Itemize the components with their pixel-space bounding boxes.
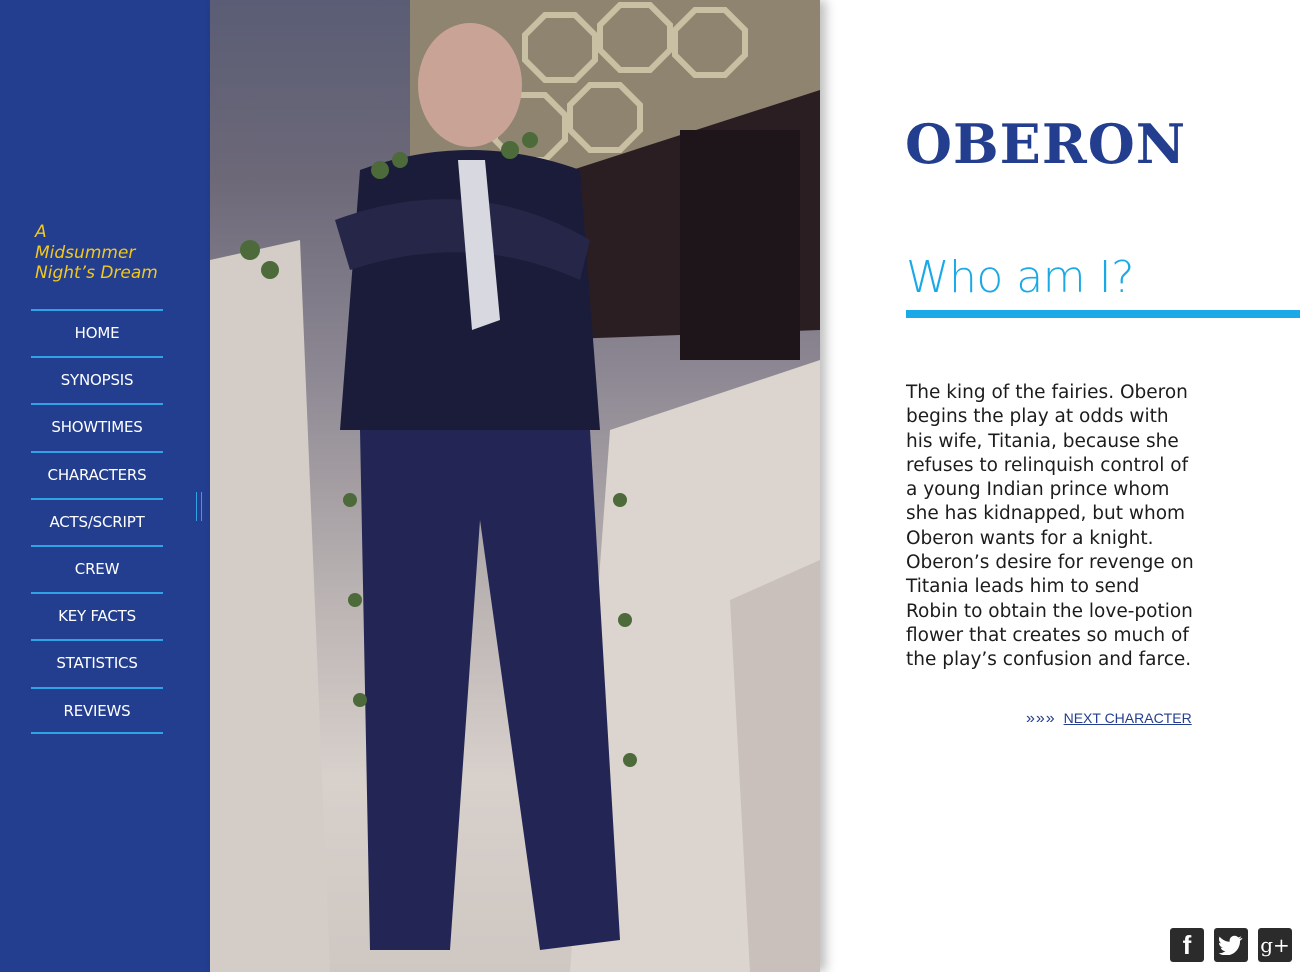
facebook-button[interactable]: f	[1170, 928, 1204, 962]
nav-item-reviews[interactable]: REVIEWS	[31, 686, 163, 734]
nav-item-acts-script[interactable]: ACTS/SCRIPT	[31, 497, 163, 545]
triple-chevron-icon: »»»	[1026, 710, 1056, 727]
twitter-icon	[1219, 935, 1243, 955]
social-share-bar: f g+	[1170, 928, 1292, 962]
nav-item-crew[interactable]: CREW	[31, 544, 163, 592]
site-title[interactable]: A Midsummer Night’s Dream	[35, 222, 185, 284]
main-nav: HOME SYNOPSIS SHOWTIMES CHARACTERS ACTS/…	[31, 309, 163, 734]
site-title-line-2: Midsummer	[35, 242, 136, 263]
googleplus-icon: g+	[1260, 933, 1290, 957]
sidebar-collapse-handle[interactable]	[196, 492, 202, 521]
site-title-line-1: A	[35, 222, 47, 242]
next-character-label: NEXT CHARACTER	[1063, 710, 1192, 726]
character-photo	[210, 0, 820, 972]
twitter-button[interactable]	[1214, 928, 1248, 962]
nav-item-synopsis[interactable]: SYNOPSIS	[31, 356, 163, 403]
sidebar: A Midsummer Night’s Dream HOME SYNOPSIS …	[0, 0, 210, 972]
nav-item-showtimes[interactable]: SHOWTIMES	[31, 403, 163, 450]
nav-item-statistics[interactable]: STATISTICS	[31, 639, 163, 686]
section-divider	[906, 310, 1300, 318]
character-photo-illustration	[210, 0, 820, 972]
next-character-link[interactable]: »»» NEXT CHARACTER	[1026, 710, 1192, 728]
nav-item-home[interactable]: HOME	[31, 309, 163, 356]
facebook-icon: f	[1182, 929, 1192, 960]
nav-item-characters[interactable]: CHARACTERS	[31, 450, 163, 498]
character-name: OBERON	[905, 112, 1187, 176]
site-title-line-3: Night’s Dream	[35, 263, 158, 283]
googleplus-button[interactable]: g+	[1258, 928, 1292, 962]
section-title: Who am I?	[906, 252, 1134, 303]
character-bio: The king of the fairies. Oberon begins t…	[906, 382, 1194, 671]
nav-item-key-facts[interactable]: KEY FACTS	[31, 592, 163, 639]
